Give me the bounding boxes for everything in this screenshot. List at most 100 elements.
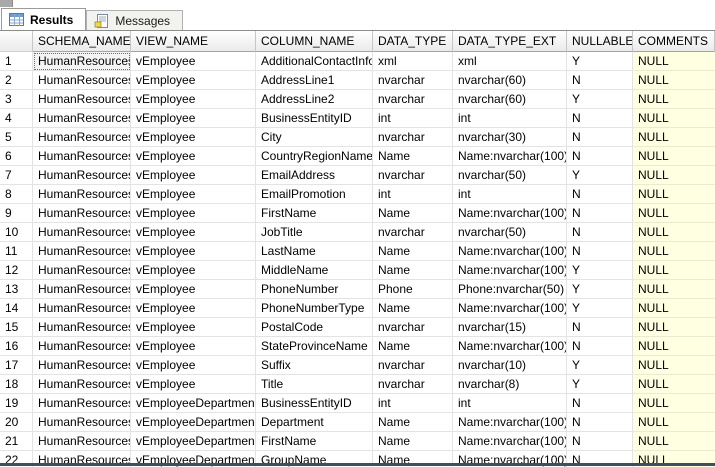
- cell-column-name[interactable]: AddressLine1: [256, 71, 373, 90]
- row-number[interactable]: 9: [0, 204, 33, 223]
- cell-data-type[interactable]: Name: [373, 299, 453, 318]
- cell-nullable[interactable]: N: [567, 432, 633, 451]
- cell-column-name[interactable]: AdditionalContactInfo: [256, 52, 373, 71]
- cell-view-name[interactable]: vEmployeeDepartment: [131, 394, 256, 413]
- cell-nullable[interactable]: N: [567, 394, 633, 413]
- cell-view-name[interactable]: vEmployee: [131, 318, 256, 337]
- cell-comments[interactable]: NULL: [633, 375, 715, 394]
- cell-data-type-ext[interactable]: nvarchar(30): [453, 128, 567, 147]
- row-number[interactable]: 8: [0, 185, 33, 204]
- cell-comments[interactable]: NULL: [633, 299, 715, 318]
- column-header-data-type-ext[interactable]: DATA_TYPE_EXT: [453, 31, 567, 52]
- cell-nullable[interactable]: N: [567, 71, 633, 90]
- cell-nullable[interactable]: N: [567, 242, 633, 261]
- cell-schema-name[interactable]: HumanResources: [33, 432, 131, 451]
- cell-view-name[interactable]: vEmployee: [131, 223, 256, 242]
- cell-column-name[interactable]: Title: [256, 375, 373, 394]
- cell-comments[interactable]: NULL: [633, 90, 715, 109]
- column-header-data-type[interactable]: DATA_TYPE: [373, 31, 453, 52]
- cell-data-type-ext[interactable]: Name:nvarchar(100): [453, 147, 567, 166]
- cell-column-name[interactable]: Department: [256, 413, 373, 432]
- row-number[interactable]: 6: [0, 147, 33, 166]
- cell-comments[interactable]: NULL: [633, 242, 715, 261]
- column-header-view-name[interactable]: VIEW_NAME: [131, 31, 256, 52]
- cell-nullable[interactable]: N: [567, 204, 633, 223]
- cell-data-type-ext[interactable]: Name:nvarchar(100): [453, 204, 567, 223]
- cell-view-name[interactable]: vEmployee: [131, 375, 256, 394]
- cell-view-name[interactable]: vEmployeeDepartment: [131, 432, 256, 451]
- row-number[interactable]: 10: [0, 223, 33, 242]
- cell-data-type-ext[interactable]: int: [453, 185, 567, 204]
- cell-view-name[interactable]: vEmployee: [131, 242, 256, 261]
- cell-data-type[interactable]: Name: [373, 413, 453, 432]
- cell-column-name[interactable]: BusinessEntityID: [256, 394, 373, 413]
- cell-schema-name[interactable]: HumanResources: [33, 318, 131, 337]
- row-number[interactable]: 4: [0, 109, 33, 128]
- cell-column-name[interactable]: LastName: [256, 242, 373, 261]
- cell-schema-name[interactable]: HumanResources: [33, 356, 131, 375]
- cell-view-name[interactable]: vEmployee: [131, 71, 256, 90]
- cell-column-name[interactable]: PostalCode: [256, 318, 373, 337]
- tab-results[interactable]: Results: [1, 8, 87, 30]
- cell-column-name[interactable]: EmailAddress: [256, 166, 373, 185]
- cell-nullable[interactable]: Y: [567, 375, 633, 394]
- cell-schema-name[interactable]: HumanResources: [33, 261, 131, 280]
- cell-view-name[interactable]: vEmployee: [131, 280, 256, 299]
- cell-column-name[interactable]: City: [256, 128, 373, 147]
- cell-column-name[interactable]: JobTitle: [256, 223, 373, 242]
- row-number[interactable]: 21: [0, 432, 33, 451]
- cell-column-name[interactable]: PhoneNumber: [256, 280, 373, 299]
- cell-nullable[interactable]: Y: [567, 261, 633, 280]
- cell-view-name[interactable]: vEmployee: [131, 90, 256, 109]
- cell-view-name[interactable]: vEmployee: [131, 337, 256, 356]
- cell-schema-name[interactable]: HumanResources: [33, 223, 131, 242]
- cell-comments[interactable]: NULL: [633, 71, 715, 90]
- column-header-nullable[interactable]: NULLABLE: [567, 31, 633, 52]
- cell-schema-name[interactable]: HumanResources: [33, 413, 131, 432]
- cell-view-name[interactable]: vEmployee: [131, 356, 256, 375]
- cell-column-name[interactable]: StateProvinceName: [256, 337, 373, 356]
- cell-schema-name[interactable]: HumanResources: [33, 394, 131, 413]
- cell-nullable[interactable]: Y: [567, 52, 633, 71]
- cell-comments[interactable]: NULL: [633, 337, 715, 356]
- cell-data-type[interactable]: Name: [373, 432, 453, 451]
- cell-data-type[interactable]: xml: [373, 52, 453, 71]
- cell-data-type[interactable]: Name: [373, 204, 453, 223]
- cell-data-type-ext[interactable]: Name:nvarchar(100): [453, 261, 567, 280]
- cell-column-name[interactable]: PhoneNumberType: [256, 299, 373, 318]
- row-number[interactable]: 18: [0, 375, 33, 394]
- cell-comments[interactable]: NULL: [633, 413, 715, 432]
- cell-comments[interactable]: NULL: [633, 166, 715, 185]
- cell-data-type-ext[interactable]: nvarchar(60): [453, 71, 567, 90]
- cell-comments[interactable]: NULL: [633, 223, 715, 242]
- cell-view-name[interactable]: vEmployeeDepartment: [131, 413, 256, 432]
- cell-comments[interactable]: NULL: [633, 261, 715, 280]
- cell-nullable[interactable]: N: [567, 318, 633, 337]
- cell-data-type[interactable]: nvarchar: [373, 166, 453, 185]
- cell-data-type-ext[interactable]: nvarchar(50): [453, 223, 567, 242]
- cell-data-type-ext[interactable]: Name:nvarchar(100): [453, 413, 567, 432]
- cell-nullable[interactable]: N: [567, 109, 633, 128]
- row-number[interactable]: 19: [0, 394, 33, 413]
- cell-schema-name[interactable]: HumanResources: [33, 185, 131, 204]
- row-number[interactable]: 7: [0, 166, 33, 185]
- cell-schema-name[interactable]: HumanResources: [33, 147, 131, 166]
- cell-schema-name[interactable]: HumanResources: [33, 280, 131, 299]
- row-number[interactable]: 14: [0, 299, 33, 318]
- row-number[interactable]: 2: [0, 71, 33, 90]
- cell-schema-name[interactable]: HumanResources: [33, 204, 131, 223]
- row-number[interactable]: 15: [0, 318, 33, 337]
- cell-schema-name[interactable]: HumanResources: [33, 299, 131, 318]
- cell-data-type[interactable]: Name: [373, 337, 453, 356]
- cell-view-name[interactable]: vEmployee: [131, 261, 256, 280]
- cell-comments[interactable]: NULL: [633, 356, 715, 375]
- cell-schema-name[interactable]: HumanResources: [33, 71, 131, 90]
- cell-schema-name[interactable]: HumanResources: [33, 375, 131, 394]
- cell-data-type-ext[interactable]: nvarchar(60): [453, 90, 567, 109]
- cell-nullable[interactable]: Y: [567, 166, 633, 185]
- cell-nullable[interactable]: N: [567, 413, 633, 432]
- row-number[interactable]: 12: [0, 261, 33, 280]
- cell-nullable[interactable]: Y: [567, 90, 633, 109]
- cell-column-name[interactable]: MiddleName: [256, 261, 373, 280]
- cell-data-type[interactable]: nvarchar: [373, 318, 453, 337]
